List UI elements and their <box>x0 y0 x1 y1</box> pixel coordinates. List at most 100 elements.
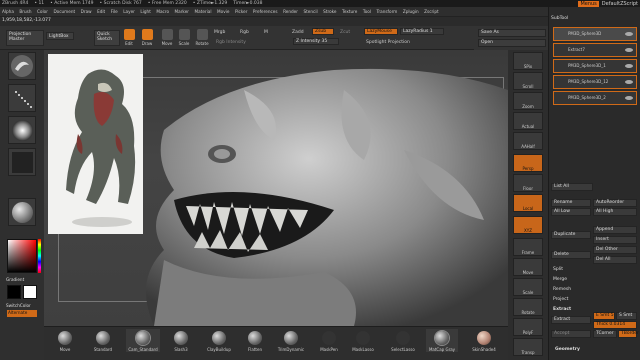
duplicate-button[interactable]: Duplicate <box>551 231 591 239</box>
menu-color[interactable]: Color <box>37 9 48 14</box>
e-smt-slider[interactable]: E Smt 5 <box>593 312 615 320</box>
subtool-item[interactable]: Extract7 <box>553 43 637 57</box>
switchcolor-button[interactable]: SwitchColor <box>6 303 31 308</box>
move-mode-button[interactable]: Move <box>159 28 175 48</box>
zcut-button[interactable]: Zcut <box>340 30 350 35</box>
material-skinshade4[interactable]: SkinShade4 <box>468 329 500 352</box>
menu-texture[interactable]: Texture <box>342 9 357 14</box>
texture-slot[interactable] <box>8 148 36 176</box>
scroll-button[interactable]: Scroll <box>513 72 543 90</box>
zadd-button[interactable]: Zadd <box>292 30 304 35</box>
menu-material[interactable]: Material <box>195 9 212 14</box>
menu-preferences[interactable]: Preferences <box>253 9 278 14</box>
lazyradius-slider[interactable]: LazyRadius 1 <box>400 28 444 35</box>
open-button[interactable]: Open <box>478 39 546 47</box>
list-all-button[interactable]: List All <box>551 183 593 191</box>
frame-button[interactable]: Frame <box>513 238 543 256</box>
del-other-button[interactable]: Del Other <box>593 246 637 254</box>
quick-sketch-button[interactable]: Quick Sketch <box>94 30 120 46</box>
tborder-button[interactable]: TBorder <box>618 330 639 338</box>
menu-document[interactable]: Document <box>53 9 75 14</box>
save-as-button[interactable]: Save As <box>478 29 546 37</box>
project-button[interactable]: Project <box>553 297 568 302</box>
brush-cam-standard[interactable]: Cam_Standard <box>126 329 160 352</box>
brush-move[interactable]: Move <box>52 329 78 352</box>
aahalf-button[interactable]: AAHalf <box>513 132 543 150</box>
menu-tool[interactable]: Tool <box>363 9 371 14</box>
lazymouse-button[interactable]: LazyMouse <box>364 28 398 35</box>
color-picker[interactable] <box>7 239 37 273</box>
brush-masklasso[interactable]: MaskLasso <box>348 329 378 352</box>
menu-stencil[interactable]: Stencil <box>303 9 317 14</box>
rgb-button[interactable]: Rgb <box>240 30 249 35</box>
eye-icon[interactable] <box>625 32 633 36</box>
move-view-button[interactable]: Move <box>513 258 543 276</box>
viewport-canvas[interactable] <box>44 50 508 326</box>
menu-stroke[interactable]: Stroke <box>323 9 336 14</box>
alpha-slot[interactable] <box>8 116 36 144</box>
rotate-view-button[interactable]: Rotate <box>513 298 543 316</box>
alternate-button[interactable]: Alternate <box>7 310 37 317</box>
rotate-mode-button[interactable]: Rotate <box>194 28 210 48</box>
menu-render[interactable]: Render <box>283 9 298 14</box>
secondary-color[interactable] <box>7 285 21 299</box>
z-intensity-slider[interactable]: Z Intensity 35 <box>293 38 339 45</box>
s-smt-slider[interactable]: S Smt <box>616 312 637 320</box>
subtool-header[interactable]: SubTool <box>551 16 568 21</box>
primary-color[interactable] <box>23 285 37 299</box>
accept-button[interactable]: Accept <box>551 330 591 338</box>
menu-draw[interactable]: Draw <box>81 9 92 14</box>
eye-icon[interactable] <box>625 96 633 100</box>
brush-standard[interactable]: Standard <box>90 329 116 352</box>
geometry-section[interactable]: Geometry <box>555 347 580 352</box>
autoreorder-button[interactable]: AutoReorder <box>593 199 637 207</box>
subtool-item[interactable]: PM3D_Sphere3D_12 <box>553 75 637 89</box>
split-button[interactable]: Split <box>553 267 563 272</box>
subtool-item[interactable]: PM3D_Sphere3D <box>553 27 637 41</box>
floor-button[interactable]: Floor <box>513 174 543 192</box>
del-all-button[interactable]: Del All <box>593 256 637 264</box>
m-button[interactable]: M <box>264 30 268 35</box>
menu-movie[interactable]: Movie <box>217 9 229 14</box>
extract-section-label[interactable]: Extract <box>553 307 571 312</box>
rename-button[interactable]: Rename <box>551 199 591 207</box>
brush-slot[interactable] <box>8 52 36 80</box>
stroke-slot[interactable] <box>8 84 36 112</box>
menu-layer[interactable]: Layer <box>123 9 135 14</box>
delete-button[interactable]: Delete <box>551 251 591 259</box>
scale-mode-button[interactable]: Scale <box>176 28 192 48</box>
spotlight-projection-button[interactable]: Spotlight Projection <box>366 40 410 45</box>
tcorner-button[interactable]: TCorner <box>593 330 617 338</box>
brush-slash3[interactable]: Slash3 <box>168 329 194 352</box>
eye-icon[interactable] <box>625 64 633 68</box>
eye-icon[interactable] <box>625 80 633 84</box>
menu-transform[interactable]: Transform <box>376 9 397 14</box>
edit-mode-button[interactable]: Edit <box>121 28 137 48</box>
menu-picker[interactable]: Picker <box>235 9 247 14</box>
menu-marker[interactable]: Marker <box>175 9 189 14</box>
rgb-intensity-slider[interactable]: Rgb Intensity <box>216 40 246 45</box>
all-low-button[interactable]: All Low <box>551 208 591 216</box>
brush-selectlasso[interactable]: SelectLasso <box>388 329 418 352</box>
menu-light[interactable]: Light <box>140 9 150 14</box>
spix-button[interactable]: SPix <box>513 52 543 70</box>
remesh-button[interactable]: Remesh <box>553 287 571 292</box>
menu-zplugin[interactable]: Zplugin <box>403 9 419 14</box>
all-high-button[interactable]: All High <box>593 208 637 216</box>
xyz-button[interactable]: XYZ <box>513 216 543 234</box>
gradient-label[interactable]: Gradient <box>6 277 24 282</box>
script-button[interactable]: DefaultZScript <box>602 1 638 7</box>
draw-mode-button[interactable]: Draw <box>139 28 155 48</box>
brush-maskpen[interactable]: MaskPen <box>316 329 342 352</box>
brush-trimdynamic[interactable]: TrimDynamic <box>276 329 306 352</box>
persp-button[interactable]: Persp <box>513 154 543 172</box>
lightbox-button[interactable]: LightBox <box>46 32 74 40</box>
menu-alpha[interactable]: Alpha <box>2 9 14 14</box>
local-button[interactable]: Local <box>513 194 543 212</box>
material-slot[interactable] <box>8 198 36 226</box>
menus-button[interactable]: Menus <box>578 0 599 7</box>
subtool-item[interactable]: PM3D_Sphere3D_1 <box>553 59 637 73</box>
hue-slider[interactable] <box>38 239 41 273</box>
transp-button[interactable]: Transp <box>513 338 543 356</box>
projection-master-button[interactable]: Projection Master <box>6 30 44 46</box>
